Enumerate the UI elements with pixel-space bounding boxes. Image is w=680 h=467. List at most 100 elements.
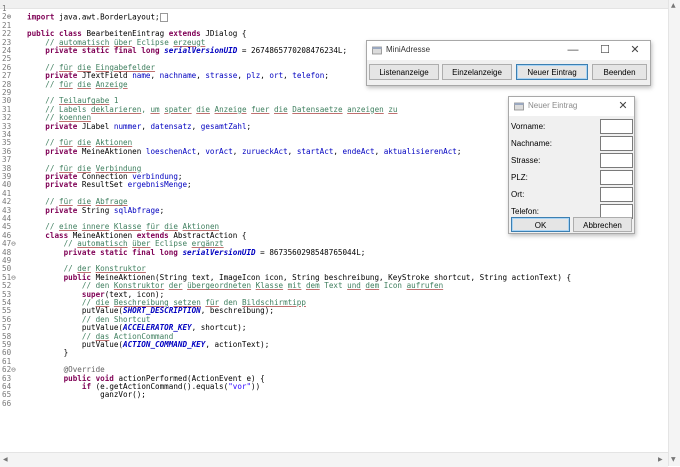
code-line: 48 private static final long serialVersi… <box>0 247 668 257</box>
code-token: zurueckAct <box>241 146 288 156</box>
code-token: zu <box>388 104 398 114</box>
code-token: nummer <box>113 121 142 131</box>
scroll-left-arrow-icon[interactable]: ◀ <box>3 456 8 463</box>
code-token: private <box>45 180 78 190</box>
code-token: serialVersionUID <box>182 247 256 257</box>
code-token: // <box>45 79 60 89</box>
field-label: Nachname: <box>511 139 552 148</box>
code-token: die <box>77 79 92 89</box>
code-token: aufrufen <box>406 281 444 291</box>
code-token: private <box>45 205 78 215</box>
code-token: mit <box>287 281 302 291</box>
close-icon[interactable]: ✕ <box>613 98 633 114</box>
java-app-icon <box>514 102 524 111</box>
text-field[interactable] <box>600 170 633 185</box>
field-label: Vorname: <box>511 122 546 131</box>
code-token: die <box>273 104 288 114</box>
einzelanzeige-button[interactable]: Einzelanzeige <box>442 64 512 80</box>
code-token: ACTION_COMMAND_KEY <box>123 340 206 349</box>
code-token: , shortcut); <box>191 323 247 333</box>
maximize-icon[interactable]: ☐ <box>595 42 615 58</box>
code-token: spater <box>164 104 192 114</box>
code-token: sqlAbfrage <box>113 205 160 215</box>
vertical-scrollbar[interactable]: ▲ ▼ <box>668 0 680 466</box>
neuer-eintrag-button[interactable]: Neuer Eintrag <box>516 64 588 80</box>
window-title: MiniAdresse <box>386 45 431 54</box>
code-text: // für die Anzeige <box>27 79 128 89</box>
code-token: dem <box>305 281 320 291</box>
code-token: fuer <box>251 104 270 114</box>
scroll-down-arrow-icon[interactable]: ▼ <box>671 456 676 463</box>
code-token: name <box>132 71 151 81</box>
dialog-title: Neuer Eintrag <box>528 101 578 110</box>
code-token: JDialog { <box>200 29 247 39</box>
text-field[interactable] <box>600 136 633 151</box>
ok-button[interactable]: OK <box>511 217 570 232</box>
code-line: 66 <box>0 398 668 408</box>
code-token: ResultSet <box>77 180 128 190</box>
line-number: 66 <box>2 398 12 408</box>
code-token: startAct <box>296 146 334 156</box>
code-line: 59 putValue(ACTION_COMMAND_KEY, actionTe… <box>0 340 668 349</box>
code-token: serialVersionUID <box>164 46 238 55</box>
code-token: und <box>347 281 361 291</box>
scroll-right-arrow-icon[interactable]: ▶ <box>658 456 663 463</box>
listenanzeige-button[interactable]: Listenanzeige <box>369 64 439 80</box>
code-text: private static final long serialVersionU… <box>27 46 347 55</box>
abbrechen-button[interactable]: Abbrechen <box>573 217 632 232</box>
code-token: } <box>27 348 69 358</box>
code-token: java.awt.BorderLayout; <box>54 12 160 22</box>
dialog-title-bar[interactable]: Neuer Eintrag ✕ <box>509 97 634 116</box>
code-line: 60 } <box>0 348 668 358</box>
text-field[interactable] <box>600 119 633 134</box>
minimize-icon[interactable]: — <box>563 42 583 58</box>
close-icon[interactable]: ✕ <box>625 42 645 58</box>
window-title-bar[interactable]: MiniAdresse — ☐ ✕ <box>367 41 650 60</box>
code-token: übergeordneten <box>187 281 252 291</box>
code-token: anzeigen <box>347 104 384 114</box>
code-text: } <box>27 348 69 358</box>
code-line: 65 ganzVor(); <box>0 390 668 399</box>
code-token: ; <box>456 146 462 156</box>
code-text: private MeineAktionen loeschenAct, vorAc… <box>27 146 462 156</box>
neuer-eintrag-dialog[interactable]: Neuer Eintrag ✕ Vorname: Nachname: Strasse… <box>508 96 635 234</box>
beenden-button[interactable]: Beenden <box>592 64 647 80</box>
code-token: import <box>27 12 55 22</box>
code-token: datensatz <box>150 121 192 131</box>
code-token: , <box>196 146 206 156</box>
code-token: private <box>45 121 78 131</box>
code-token: ; <box>187 180 192 190</box>
code-token: , <box>374 146 384 156</box>
code-token: vorAct <box>205 146 233 156</box>
code-token: , beschreibung); <box>200 306 274 316</box>
code-token: MeineAktionen <box>77 146 146 156</box>
field-label: Ort: <box>511 190 525 199</box>
code-token: ; <box>324 71 329 81</box>
code-token: , <box>333 146 343 156</box>
code-token: , <box>283 71 293 81</box>
horizontal-scrollbar[interactable]: ◀ ▶ <box>0 452 668 467</box>
mini-adresse-window[interactable]: MiniAdresse — ☐ ✕ Listenanzeige Einzelan… <box>366 40 651 86</box>
code-token: Anzeige <box>95 79 128 89</box>
code-token: = 8673560298548765044L; <box>255 247 366 257</box>
code-text: private static final long serialVersionU… <box>27 247 366 257</box>
scroll-up-arrow-icon[interactable]: ▲ <box>671 2 676 9</box>
code-token: Klasse <box>255 281 284 291</box>
code-token: Text <box>319 281 348 291</box>
code-token: , <box>287 146 297 156</box>
field-label: Strasse: <box>511 156 541 165</box>
code-token: , <box>196 71 206 81</box>
code-token: Datensaetze <box>292 104 343 114</box>
text-field[interactable] <box>600 187 633 202</box>
code-token: nachname <box>159 71 197 81</box>
text-field[interactable] <box>600 153 633 168</box>
code-line: 2⊕ import java.awt.BorderLayout; <box>0 12 668 23</box>
code-text: ganzVor(); <box>27 391 146 399</box>
code-token: , <box>232 146 242 156</box>
code-token: , <box>191 121 201 131</box>
